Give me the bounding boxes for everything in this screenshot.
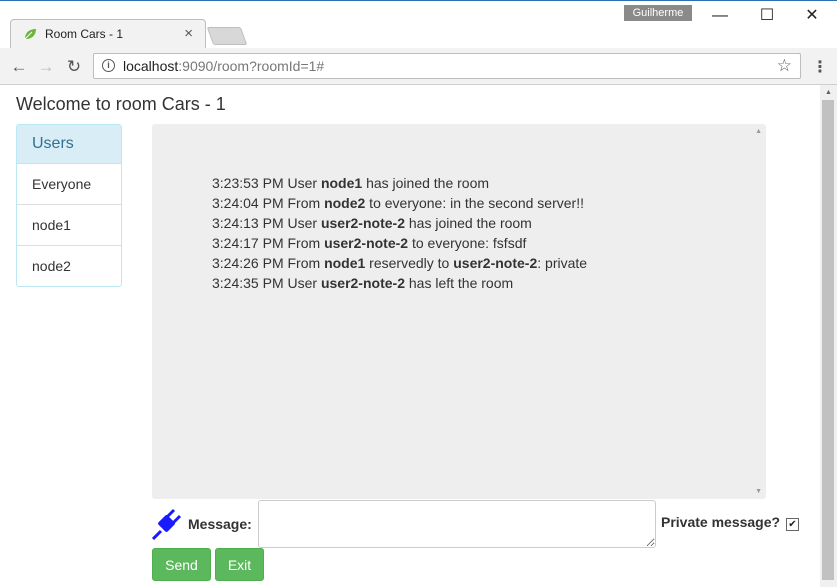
message-text: reservedly to	[365, 255, 454, 271]
user-item-node2[interactable]: node2	[17, 246, 121, 286]
message-text: From	[287, 195, 325, 211]
message-input[interactable]	[258, 500, 656, 548]
profile-badge[interactable]: Guilherme	[624, 5, 692, 21]
message-time: 3:24:04 PM	[212, 195, 288, 211]
message-text: User	[287, 215, 321, 231]
message-username: user2-note-2	[320, 215, 405, 231]
message-username: user2-note-2	[320, 275, 405, 291]
message-row: 3:24:04 PM From node2 to everyone: in th…	[212, 193, 587, 213]
chat-log[interactable]: 3:23:53 PM User node1 has joined the roo…	[152, 124, 766, 499]
message-text: From	[287, 255, 325, 271]
browser-titlebar: Room Cars - 1 × Guilherme — ☐ ✕	[0, 0, 837, 49]
plug-icon	[152, 508, 182, 540]
scroll-up-arrow-icon[interactable]: ▲	[755, 128, 762, 135]
reload-icon[interactable]: ↻	[64, 57, 84, 77]
message-label: Message:	[188, 516, 252, 532]
leaf-icon	[24, 29, 36, 40]
message-text: has joined the room	[404, 215, 532, 231]
page-scroll-up-arrow-icon[interactable]: ▲	[825, 89, 832, 96]
tab-title: Room Cars - 1	[45, 27, 124, 41]
chat-scrollbar[interactable]: ▲ ▼	[750, 124, 766, 499]
message-username: node2	[324, 195, 366, 211]
message-row: 3:24:26 PM From node1 reservedly to user…	[212, 253, 587, 273]
tab-close-icon[interactable]: ×	[184, 25, 193, 42]
forward-arrow-icon[interactable]: →	[36, 57, 56, 77]
close-window-button[interactable]: ✕	[794, 5, 830, 27]
info-icon[interactable]: i	[102, 59, 115, 72]
message-row: 3:24:13 PM User user2-note-2 has joined …	[212, 213, 587, 233]
private-message-checkbox[interactable]: ✔	[786, 518, 799, 531]
maximize-button[interactable]: ☐	[749, 5, 785, 27]
scroll-down-arrow-icon[interactable]: ▼	[755, 488, 762, 495]
message-time: 3:24:35 PM	[212, 275, 288, 291]
page-content: Welcome to room Cars - 1 Users Everyone …	[0, 85, 820, 587]
private-message-label: Private message?	[661, 514, 781, 530]
user-item-node1[interactable]: node1	[17, 205, 121, 246]
message-username: user2-note-2	[324, 235, 409, 251]
new-tab-button[interactable]	[206, 27, 248, 45]
message-row: 3:24:17 PM From user2-note-2 to everyone…	[212, 233, 587, 253]
message-list: 3:23:53 PM User node1 has joined the roo…	[212, 173, 587, 293]
users-panel-heading: Users	[17, 125, 121, 164]
message-text: : private	[537, 255, 588, 271]
page-scrollbar[interactable]: ▲	[820, 85, 837, 587]
back-arrow-icon[interactable]: ←	[9, 57, 29, 77]
message-text: has left the room	[404, 275, 514, 291]
bookmark-star-icon[interactable]: ☆	[777, 56, 792, 76]
minimize-button[interactable]: —	[702, 5, 738, 27]
message-username: user2-note-2	[453, 255, 538, 271]
page-title: Welcome to room Cars - 1	[16, 94, 226, 114]
page-scroll-thumb[interactable]	[822, 100, 834, 580]
url-text[interactable]: localhost:9090/room?roomId=1#	[123, 58, 324, 74]
message-time: 3:23:53 PM	[212, 175, 288, 191]
user-item-everyone[interactable]: Everyone	[17, 164, 121, 205]
message-username: node1	[324, 255, 366, 271]
browser-tab[interactable]: Room Cars - 1 ×	[10, 19, 206, 49]
message-composer: Message: Private message? ✔	[152, 500, 802, 550]
users-panel: Users Everyone node1 node2	[16, 124, 122, 287]
browser-toolbar: ← → ↻ i localhost:9090/room?roomId=1# ☆ …	[0, 48, 837, 85]
message-time: 3:24:26 PM	[212, 255, 288, 271]
message-row: 3:24:35 PM User user2-note-2 has left th…	[212, 273, 587, 293]
message-text: to everyone: in the second server!!	[365, 195, 584, 211]
message-username: node1	[320, 175, 363, 191]
url-host: localhost	[123, 58, 179, 74]
address-bar[interactable]: i localhost:9090/room?roomId=1# ☆	[93, 53, 801, 79]
message-time: 3:24:13 PM	[212, 215, 288, 231]
message-row: 3:23:53 PM User node1 has joined the roo…	[212, 173, 587, 193]
exit-button[interactable]: Exit	[215, 548, 264, 581]
message-time: 3:24:17 PM	[212, 235, 288, 251]
message-text: User	[287, 275, 321, 291]
message-text: to everyone: fsfsdf	[408, 235, 527, 251]
message-text: has joined the room	[362, 175, 490, 191]
url-path: :9090/room?roomId=1#	[178, 58, 325, 74]
message-text: From	[287, 235, 325, 251]
menu-kebab-icon[interactable]: ⋮	[812, 57, 828, 77]
message-text: User	[287, 175, 321, 191]
send-button[interactable]: Send	[152, 548, 211, 581]
